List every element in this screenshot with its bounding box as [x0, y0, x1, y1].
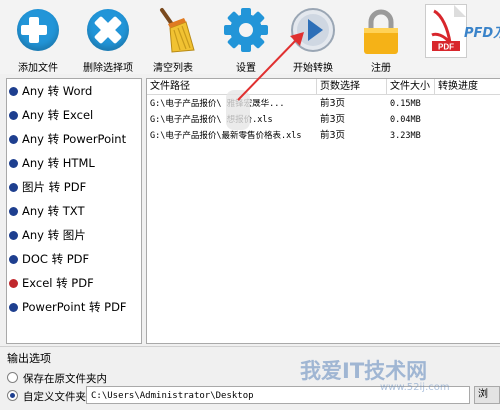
watermark-text: 我爱IT技术网 [300, 359, 428, 383]
custom-folder-radio[interactable] [7, 390, 18, 401]
output-options-title: 输出选项 [7, 352, 51, 365]
browse-button[interactable]: 浏 [474, 386, 500, 404]
watermark-url: www.52ij.com [380, 382, 450, 393]
same-folder-label: 保存在原文件夹内 [23, 373, 107, 385]
same-folder-radio[interactable] [7, 372, 18, 383]
custom-folder-label: 自定义文件夹 [23, 391, 86, 403]
annotation-arrow [237, 32, 304, 101]
divider [0, 346, 500, 347]
